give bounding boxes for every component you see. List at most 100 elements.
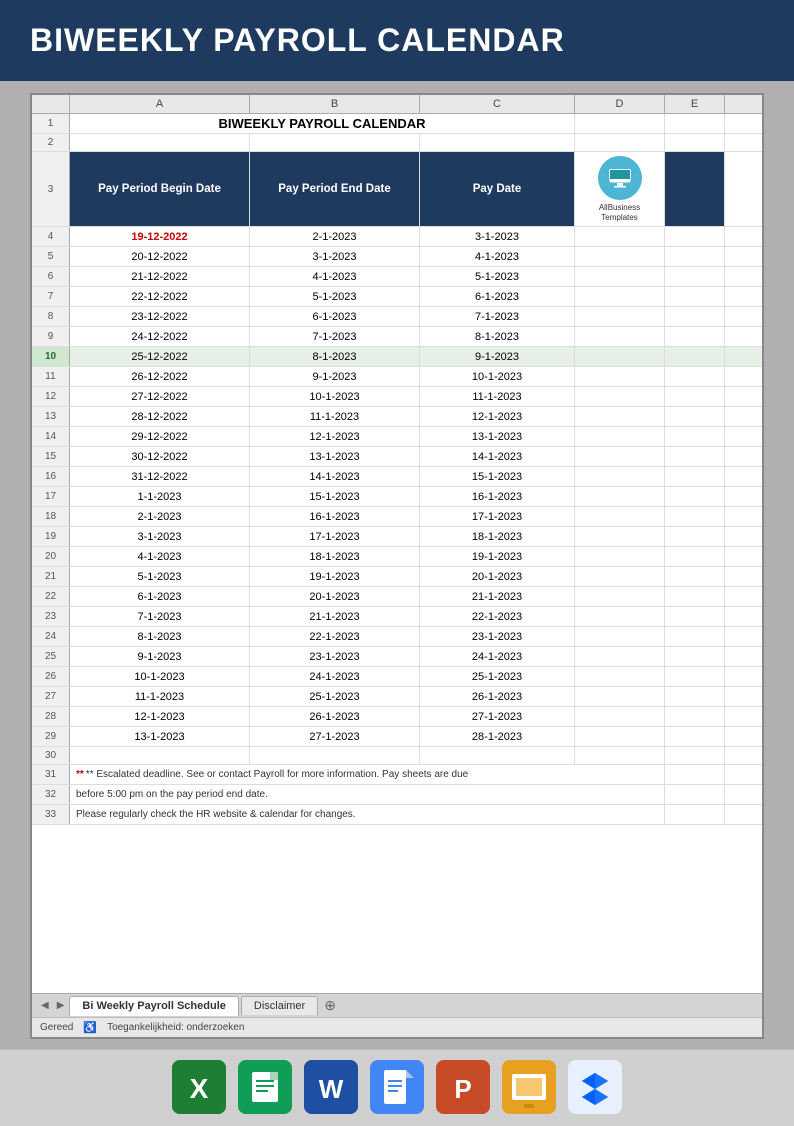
cell-18-d <box>575 507 665 526</box>
cell-21-c: 20-1-2023 <box>420 567 575 586</box>
data-row-18: 18 2-1-2023 16-1-2023 17-1-2023 <box>32 507 762 527</box>
cell-7-c: 6-1-2023 <box>420 287 575 306</box>
rownum-21: 21 <box>32 567 70 586</box>
cell-22-c: 21-1-2023 <box>420 587 575 606</box>
cell-16-b: 14-1-2023 <box>250 467 420 486</box>
cell-28-a: 12-1-2023 <box>70 707 250 726</box>
cell-18-b: 16-1-2023 <box>250 507 420 526</box>
row-33: 33 Please regularly check the HR website… <box>32 805 762 825</box>
cell-21-b: 19-1-2023 <box>250 567 420 586</box>
row-30: 30 <box>32 747 762 765</box>
cell-13-d <box>575 407 665 426</box>
tab-add-button[interactable]: ⊕ <box>320 997 340 1014</box>
rownum-33: 33 <box>32 805 70 824</box>
app-icons-bar: X W <box>0 1049 794 1126</box>
data-row-10: 10 25-12-2022 8-1-2023 9-1-2023 <box>32 347 762 367</box>
logo-circle <box>598 156 642 200</box>
excel-icon[interactable]: X <box>172 1060 226 1114</box>
cell-6-a: 21-12-2022 <box>70 267 250 286</box>
cell-17-c: 16-1-2023 <box>420 487 575 506</box>
cell-22-b: 20-1-2023 <box>250 587 420 606</box>
cell-1e <box>665 114 725 133</box>
cell-11-c: 10-1-2023 <box>420 367 575 386</box>
rownum-24: 24 <box>32 627 70 646</box>
rownum-12: 12 <box>32 387 70 406</box>
main-title: BIWEEKLY PAYROLL CALENDAR <box>30 22 764 59</box>
tab-arrow-left[interactable]: ◀ <box>38 1000 52 1011</box>
cell-8-c: 7-1-2023 <box>420 307 575 326</box>
cell-8-d <box>575 307 665 326</box>
cell-17-d <box>575 487 665 506</box>
cell-23-c: 22-1-2023 <box>420 607 575 626</box>
rownum-4: 4 <box>32 227 70 246</box>
column-headers: A B C D E <box>32 95 762 114</box>
rownum-29: 29 <box>32 727 70 746</box>
status-accessibility: Toegankelijkheid: onderzoeken <box>107 1022 244 1033</box>
rownum-20: 20 <box>32 547 70 566</box>
cell-22-a: 6-1-2023 <box>70 587 250 606</box>
rownum-17: 17 <box>32 487 70 506</box>
data-row-11: 11 26-12-2022 9-1-2023 10-1-2023 <box>32 367 762 387</box>
cell-29-a: 13-1-2023 <box>70 727 250 746</box>
google-sheets-icon[interactable] <box>238 1060 292 1114</box>
header-col3: Pay Date <box>420 152 575 226</box>
cell-4-b: 2-1-2023 <box>250 227 420 246</box>
powerpoint-icon[interactable]: P <box>436 1060 490 1114</box>
google-docs-icon[interactable] <box>370 1060 424 1114</box>
cell-15-e <box>665 447 725 466</box>
cell-26-a: 10-1-2023 <box>70 667 250 686</box>
google-slides-icon[interactable] <box>502 1060 556 1114</box>
cell-15-d <box>575 447 665 466</box>
cell-13-c: 12-1-2023 <box>420 407 575 426</box>
row-2: 2 <box>32 134 762 152</box>
cell-13-e <box>665 407 725 426</box>
cell-6-b: 4-1-2023 <box>250 267 420 286</box>
cell-24-d <box>575 627 665 646</box>
cell-19-b: 17-1-2023 <box>250 527 420 546</box>
cell-12-e <box>665 387 725 406</box>
rownum-22: 22 <box>32 587 70 606</box>
data-row-25: 25 9-1-2023 23-1-2023 24-1-2023 <box>32 647 762 667</box>
cell-14-a: 29-12-2022 <box>70 427 250 446</box>
row-31: 31 ** ** Escalated deadline. See or cont… <box>32 765 762 785</box>
cell-29-c: 28-1-2023 <box>420 727 575 746</box>
data-row-8: 8 23-12-2022 6-1-2023 7-1-2023 <box>32 307 762 327</box>
cell-10-a: 25-12-2022 <box>70 347 250 366</box>
cell-24-e <box>665 627 725 646</box>
cell-14-e <box>665 427 725 446</box>
cell-19-e <box>665 527 725 546</box>
cell-4-d <box>575 227 665 246</box>
cell-17-a: 1-1-2023 <box>70 487 250 506</box>
cell-11-e <box>665 367 725 386</box>
highlighted-date: 19-12-2022 <box>131 231 187 243</box>
top-header: BIWEEKLY PAYROLL CALENDAR <box>0 0 794 81</box>
cell-25-e <box>665 647 725 666</box>
data-row-27: 27 11-1-2023 25-1-2023 26-1-2023 <box>32 687 762 707</box>
cell-27-e <box>665 687 725 706</box>
cell-5-c: 4-1-2023 <box>420 247 575 266</box>
rownum-15: 15 <box>32 447 70 466</box>
cell-10-d <box>575 347 665 366</box>
dropbox-icon[interactable] <box>568 1060 622 1114</box>
cell-8-b: 6-1-2023 <box>250 307 420 326</box>
cell-13-b: 11-1-2023 <box>250 407 420 426</box>
tab-disclaimer[interactable]: Disclaimer <box>241 996 318 1015</box>
data-row-22: 22 6-1-2023 20-1-2023 21-1-2023 <box>32 587 762 607</box>
cell-18-c: 17-1-2023 <box>420 507 575 526</box>
monitor-icon <box>606 164 634 192</box>
cell-28-b: 26-1-2023 <box>250 707 420 726</box>
tab-biweekly[interactable]: Bi Weekly Payroll Schedule <box>69 996 238 1016</box>
cell-11-b: 9-1-2023 <box>250 367 420 386</box>
cell-16-c: 15-1-2023 <box>420 467 575 486</box>
cell-19-d <box>575 527 665 546</box>
data-row-20: 20 4-1-2023 18-1-2023 19-1-2023 <box>32 547 762 567</box>
cell-18-a: 2-1-2023 <box>70 507 250 526</box>
rownum-11: 11 <box>32 367 70 386</box>
rownum-27: 27 <box>32 687 70 706</box>
tab-arrow-right[interactable]: ▶ <box>54 1000 68 1011</box>
data-row-19: 19 3-1-2023 17-1-2023 18-1-2023 <box>32 527 762 547</box>
word-icon[interactable]: W <box>304 1060 358 1114</box>
footer-line2: before 5:00 pm on the pay period end dat… <box>70 785 575 804</box>
cell-12-d <box>575 387 665 406</box>
rownum-19: 19 <box>32 527 70 546</box>
